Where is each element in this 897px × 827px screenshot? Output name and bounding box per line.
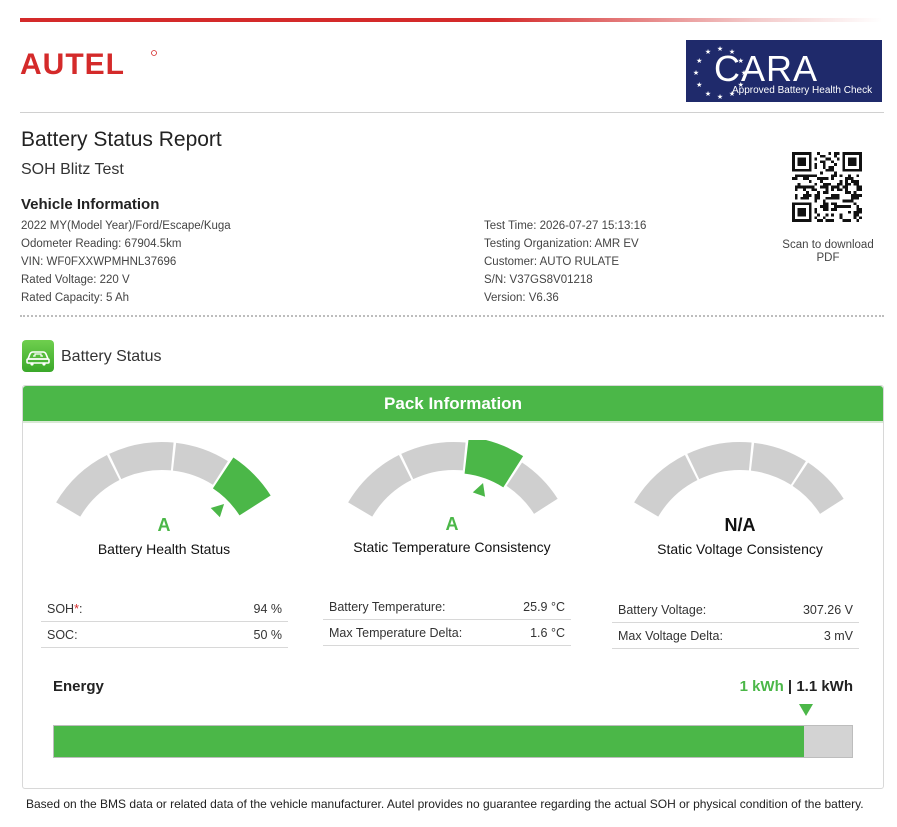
qr-code-icon[interactable] — [792, 152, 862, 222]
temperature-consistency-grade: A — [445, 514, 459, 534]
max-voltage-delta-key: Max Voltage Delta: — [618, 629, 723, 643]
gauge-segment — [506, 462, 558, 514]
logo-text: AUTEL — [20, 48, 125, 78]
top-accent-bar — [20, 18, 882, 22]
gauge-segment — [687, 442, 752, 480]
gauge-segment — [109, 442, 174, 480]
test-info: Test Time: 2026-07-27 15:13:16 Testing O… — [484, 217, 646, 307]
section-divider — [20, 315, 884, 317]
star-icon: ★ — [705, 48, 711, 56]
gauge-segment — [401, 442, 466, 480]
energy-total: 1.1 kWh — [796, 678, 853, 695]
table-row: Battery Voltage: 307.26 V — [612, 597, 859, 623]
odometer-reading: Odometer Reading: 67904.5km — [21, 238, 182, 250]
customer: Customer: AUTO RULATE — [484, 256, 620, 268]
battery-health-label: Battery Health Status — [97, 541, 231, 557]
energy-label: Energy — [53, 678, 104, 695]
star-icon: ★ — [705, 90, 711, 98]
vin: VIN: WF0FXXWPMHNL37696 — [21, 256, 177, 268]
testing-organization: Testing Organization: AMR EV — [484, 238, 639, 250]
gauge-segment — [348, 455, 412, 517]
disclaimer: Based on the BMS data or related data of… — [26, 797, 864, 811]
battery-health-grade: A — [157, 515, 171, 535]
energy-bar — [53, 725, 853, 758]
max-voltage-delta-value: 3 mV — [823, 629, 853, 643]
table-row: Battery Temperature: 25.9 °C — [323, 594, 571, 620]
gauge-pointer-icon — [472, 482, 486, 497]
rated-capacity: Rated Capacity: 5 Ah — [21, 292, 130, 304]
battery-status-label: Battery Status — [61, 348, 162, 365]
soh-key: SOH*: — [47, 602, 83, 616]
cara-subtitle: Approved Battery Health Check — [732, 85, 873, 96]
soc-value: 50 % — [253, 628, 283, 642]
qr-caption: Scan to download PDF — [782, 239, 874, 264]
page-title: Battery Status Report — [21, 128, 222, 151]
voltage-consistency-label: Static Voltage Consistency — [657, 541, 823, 557]
voltage-consistency-grade: N/A — [724, 515, 756, 535]
temperature-consistency-label: Static Temperature Consistency — [353, 539, 551, 555]
cara-badge: ★ ★ ★ ★ ★ ★ ★ ★ ★ ★ ★ ★ CARA Approved Battery Healt… — [686, 40, 882, 102]
gauge-segment — [56, 455, 120, 517]
page-subtitle: SOH Blitz Test — [21, 161, 124, 178]
pack-information-title: Pack Information — [23, 386, 883, 421]
cara-title: CARA — [714, 48, 819, 89]
panel-header-underline — [23, 421, 883, 423]
star-icon: ★ — [696, 81, 702, 89]
gauge-segment — [792, 462, 844, 514]
energy-bar-fill — [54, 726, 805, 757]
table-row: SOH*: 94 % — [41, 596, 288, 622]
battery-voltage-key: Battery Voltage: — [618, 603, 707, 617]
max-temperature-delta-key: Max Temperature Delta: — [329, 626, 463, 640]
star-icon: ★ — [693, 69, 699, 77]
serial-number: S/N: V37GS8V01218 — [484, 274, 593, 286]
rated-voltage: Rated Voltage: 220 V — [21, 274, 130, 286]
health-table: SOH*: 94 % SOC: 50 % — [41, 596, 288, 648]
soc-key: SOC: — [47, 628, 78, 642]
energy-value: 1 kWh | 1.1 kWh — [740, 678, 853, 695]
energy-current: 1 kWh — [739, 678, 784, 695]
battery-car-icon — [22, 340, 54, 372]
energy-separator: | — [783, 678, 797, 695]
temperature-table: Battery Temperature: 25.9 °C Max Tempera… — [323, 594, 571, 646]
header-divider — [20, 112, 884, 113]
star-icon: ★ — [696, 57, 702, 65]
vehicle-info-heading: Vehicle Information — [21, 196, 160, 213]
autel-logo: AUTEL — [20, 48, 160, 78]
software-version: Version: V6.36 — [484, 292, 559, 304]
energy-marker-icon — [799, 704, 813, 716]
battery-temperature-key: Battery Temperature: — [329, 600, 446, 614]
vehicle-info: 2022 MY(Model Year)/Ford/Escape/Kuga Odo… — [21, 217, 231, 307]
gauge-segment — [634, 455, 698, 517]
table-row: Max Voltage Delta: 3 mV — [612, 623, 859, 649]
star-icon: ★ — [717, 93, 723, 100]
test-time: Test Time: 2026-07-27 15:13:16 — [484, 220, 647, 232]
voltage-table: Battery Voltage: 307.26 V Max Voltage De… — [612, 597, 859, 649]
table-row: SOC: 50 % — [41, 622, 288, 648]
max-temperature-delta-value: 1.6 °C — [530, 626, 565, 640]
soh-value: 94 % — [253, 602, 283, 616]
battery-voltage-value: 307.26 V — [802, 603, 853, 617]
vehicle-model: 2022 MY(Model Year)/Ford/Escape/Kuga — [21, 220, 231, 232]
table-row: Max Temperature Delta: 1.6 °C — [323, 620, 571, 646]
battery-temperature-value: 25.9 °C — [523, 600, 565, 614]
